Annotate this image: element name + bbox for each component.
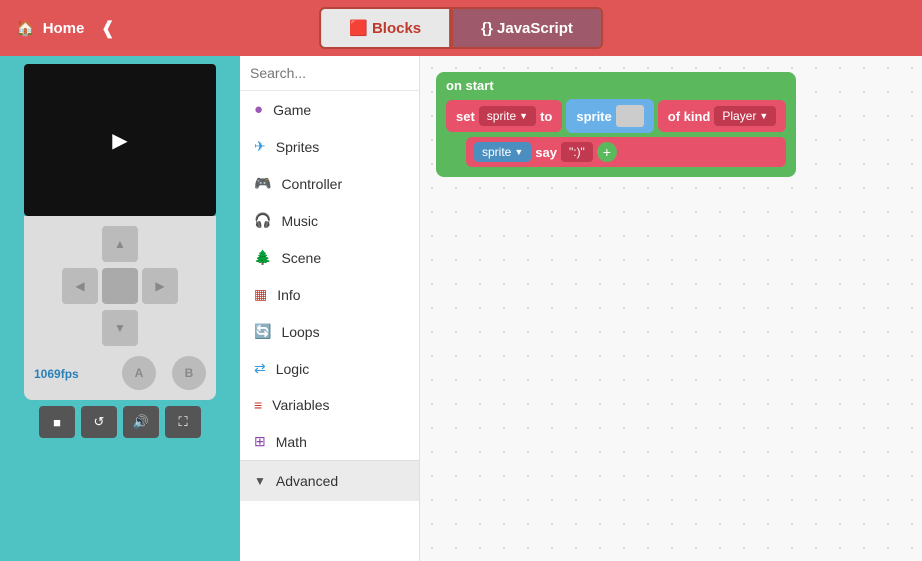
dropdown-arrow: ▼ bbox=[519, 111, 528, 121]
dpad-right-button[interactable]: ▶ bbox=[142, 268, 178, 304]
home-button[interactable]: 🏠 Home bbox=[16, 19, 84, 37]
tab-js-label: JavaScript bbox=[497, 20, 573, 37]
dpad-mid-row: ◀ ▶ bbox=[62, 268, 178, 304]
set-label: set bbox=[456, 109, 475, 124]
on-start-block: on start set sprite ▼ to sprite bbox=[436, 72, 796, 177]
sprites-icon: ✈ bbox=[254, 138, 266, 155]
dpad-up-button[interactable]: ▲ bbox=[102, 226, 138, 262]
set-block-row: set sprite ▼ to sprite of kind bbox=[446, 99, 786, 133]
header-left: 🏠 Home ❰ bbox=[16, 18, 115, 39]
sidebar-item-music[interactable]: 🎧 Music bbox=[240, 202, 419, 239]
on-start-label: on start bbox=[446, 78, 786, 93]
of-kind-block[interactable]: of kind Player ▼ bbox=[658, 100, 787, 132]
tab-blocks-label: Blocks bbox=[372, 20, 421, 37]
play-icon: ▶ bbox=[112, 128, 127, 153]
share-button[interactable]: ❰ bbox=[100, 18, 115, 39]
player-dropdown[interactable]: Player ▼ bbox=[714, 106, 776, 126]
sidebar-item-label: Game bbox=[273, 102, 311, 118]
of-kind-label: of kind bbox=[668, 109, 711, 124]
dpad-center-button[interactable] bbox=[102, 268, 138, 304]
sidebar-item-loops[interactable]: 🔄 Loops bbox=[240, 313, 419, 350]
sim-controls: ■ ↺ 🔊 ⛶ bbox=[39, 406, 201, 438]
search-bar: 🔍 bbox=[240, 56, 419, 91]
sprite-image bbox=[616, 105, 644, 127]
dpad-down-row: ▼ bbox=[102, 310, 138, 346]
blocks-icon: 🟥 bbox=[349, 20, 372, 37]
sidebar-item-label: Sprites bbox=[276, 139, 320, 155]
set-block[interactable]: set sprite ▼ to bbox=[446, 100, 562, 132]
to-label: to bbox=[540, 109, 552, 124]
sidebar-item-math[interactable]: ⊞ Math bbox=[240, 423, 419, 460]
ab-buttons: A B bbox=[122, 356, 206, 390]
a-button[interactable]: A bbox=[122, 356, 156, 390]
math-icon: ⊞ bbox=[254, 433, 266, 450]
gamepad-area: ▲ ◀ ▶ ▼ 1069fps A B bbox=[24, 216, 216, 400]
sprite-dropdown[interactable]: sprite ▼ bbox=[479, 106, 536, 126]
header: 🏠 Home ❰ 🟥 Blocks {} JavaScript bbox=[0, 0, 922, 56]
sidebar-item-label: Logic bbox=[276, 361, 309, 377]
blocks-container: on start set sprite ▼ to sprite bbox=[436, 72, 796, 177]
music-icon: 🎧 bbox=[254, 212, 271, 229]
sidebar: 🔍 ● Game ✈ Sprites 🎮 Controller 🎧 Music … bbox=[240, 56, 420, 561]
sidebar-item-info[interactable]: ▦ Info bbox=[240, 276, 419, 313]
sidebar-item-sprites[interactable]: ✈ Sprites bbox=[240, 128, 419, 165]
say-text[interactable]: ":)" bbox=[561, 142, 593, 162]
share-icon: ❰ bbox=[100, 18, 115, 38]
say-sprite-label: sprite bbox=[482, 145, 511, 159]
mute-button[interactable]: 🔊 bbox=[123, 406, 159, 438]
dpad-left-button[interactable]: ◀ bbox=[62, 268, 98, 304]
sidebar-item-scene[interactable]: 🌲 Scene bbox=[240, 239, 419, 276]
say-dropdown-arrow: ▼ bbox=[514, 147, 523, 157]
chevron-down-icon: ▼ bbox=[254, 474, 266, 488]
main-layout: ▶ ▲ ◀ ▶ ▼ 1069fps A B ■ ↺ bbox=[0, 56, 922, 561]
stop-button[interactable]: ■ bbox=[39, 406, 75, 438]
controller-icon: 🎮 bbox=[254, 175, 271, 192]
sidebar-item-label: Controller bbox=[281, 176, 342, 192]
sidebar-item-label: Math bbox=[276, 434, 307, 450]
sidebar-item-label: Advanced bbox=[276, 473, 338, 489]
dropdown-arrow-2: ▼ bbox=[759, 111, 768, 121]
sidebar-item-label: Scene bbox=[281, 250, 321, 266]
tab-switcher: 🟥 Blocks {} JavaScript bbox=[319, 7, 603, 49]
tab-js-button[interactable]: {} JavaScript bbox=[451, 7, 603, 49]
sidebar-item-controller[interactable]: 🎮 Controller bbox=[240, 165, 419, 202]
sprite2-label: sprite bbox=[576, 109, 611, 124]
sidebar-item-variables[interactable]: ≡ Variables bbox=[240, 387, 419, 423]
dpad-down-button[interactable]: ▼ bbox=[102, 310, 138, 346]
loops-icon: 🔄 bbox=[254, 323, 271, 340]
game-screen: ▶ bbox=[24, 64, 216, 216]
search-input[interactable] bbox=[250, 65, 420, 81]
variables-icon: ≡ bbox=[254, 397, 262, 413]
sidebar-item-label: Loops bbox=[281, 324, 319, 340]
sprite-label: sprite bbox=[487, 109, 516, 123]
player-label: Player bbox=[722, 109, 756, 123]
sidebar-item-advanced[interactable]: ▼ Advanced bbox=[240, 460, 419, 501]
restart-button[interactable]: ↺ bbox=[81, 406, 117, 438]
fps-label: 1069fps bbox=[34, 367, 79, 381]
simulator-panel: ▶ ▲ ◀ ▶ ▼ 1069fps A B ■ ↺ bbox=[0, 56, 240, 561]
js-icon: {} bbox=[481, 20, 497, 37]
sidebar-item-game[interactable]: ● Game bbox=[240, 91, 419, 128]
say-label: say bbox=[535, 145, 557, 160]
scene-icon: 🌲 bbox=[254, 249, 271, 266]
home-label: Home bbox=[43, 20, 85, 37]
add-param-button[interactable]: + bbox=[597, 142, 617, 162]
sidebar-item-label: Variables bbox=[272, 397, 329, 413]
sidebar-item-label: Music bbox=[281, 213, 318, 229]
sprite-image-block[interactable]: sprite bbox=[566, 99, 653, 133]
game-icon: ● bbox=[254, 101, 263, 118]
home-icon: 🏠 bbox=[16, 19, 35, 37]
info-icon: ▦ bbox=[254, 286, 267, 303]
say-sprite-dropdown[interactable]: sprite ▼ bbox=[474, 142, 531, 162]
sidebar-item-logic[interactable]: ⇄ Logic bbox=[240, 350, 419, 387]
say-block-row: sprite ▼ say ":)" + bbox=[466, 137, 786, 167]
tab-blocks-button[interactable]: 🟥 Blocks bbox=[319, 7, 451, 49]
sidebar-item-label: Info bbox=[277, 287, 300, 303]
fullscreen-button[interactable]: ⛶ bbox=[165, 406, 201, 438]
logic-icon: ⇄ bbox=[254, 360, 266, 377]
canvas-area[interactable]: on start set sprite ▼ to sprite bbox=[420, 56, 922, 561]
b-button[interactable]: B bbox=[172, 356, 206, 390]
dpad-up-row: ▲ bbox=[102, 226, 138, 262]
